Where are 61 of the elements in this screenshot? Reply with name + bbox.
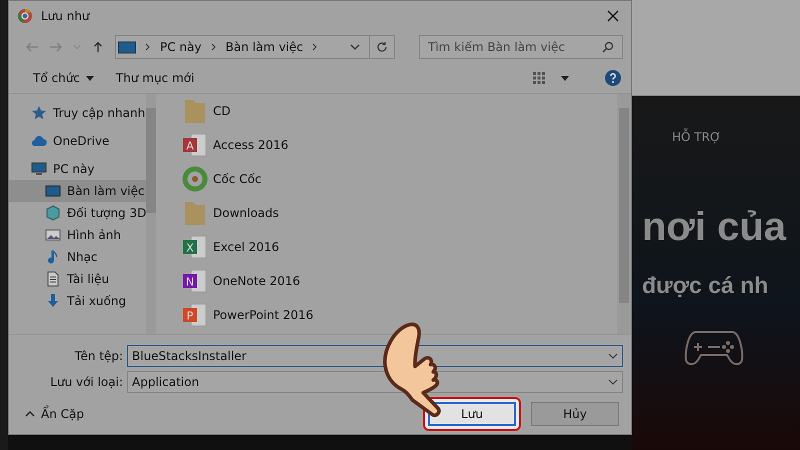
scrollbar[interactable] — [146, 94, 156, 334]
sidebar-item[interactable]: Hình ảnh — [9, 224, 146, 246]
chevron-down-icon[interactable] — [608, 379, 618, 385]
address-bar[interactable]: PC này Bàn làm việc — [115, 35, 395, 59]
sidebar-item[interactable]: OneDrive — [9, 130, 146, 152]
sidebar-item[interactable]: Tài liệu — [9, 268, 146, 290]
view-options-icon[interactable] — [531, 70, 547, 86]
sidebar-item[interactable]: Đối tượng 3D — [9, 202, 146, 224]
monitor-icon — [31, 161, 47, 177]
sidebar-item[interactable]: Truy cập nhanh — [9, 102, 146, 124]
chevron-down-icon[interactable] — [350, 44, 360, 50]
page-subheading: được cá nh — [642, 272, 770, 299]
caret-icon — [86, 76, 94, 80]
chevron-right-icon — [210, 43, 216, 51]
file-item[interactable]: Cốc Cốc — [173, 162, 617, 196]
up-arrow-icon[interactable] — [91, 41, 105, 53]
search-field[interactable]: Tìm kiếm Bàn làm việc — [419, 35, 623, 59]
chevron-right-icon[interactable] — [312, 43, 318, 51]
save-button[interactable]: Lưu — [428, 402, 516, 426]
monitor-icon — [45, 183, 61, 199]
file-type-label: Lưu với loại: — [49, 375, 123, 389]
organize-menu-button[interactable]: Tổ chức — [29, 69, 98, 87]
breadcrumb[interactable]: Bàn làm việc — [226, 40, 304, 54]
file-item[interactable]: X Excel 2016 — [173, 230, 617, 264]
sidebar-item[interactable]: Tải xuống — [9, 290, 146, 312]
sidebar-item[interactable]: PC này — [9, 158, 146, 180]
file-item[interactable]: CD — [173, 94, 617, 128]
ring-logo-icon — [181, 165, 209, 193]
file-type-dropdown[interactable]: Application — [127, 371, 623, 393]
help-icon[interactable] — [605, 70, 621, 86]
sidebar-item[interactable]: Nhạc — [9, 246, 146, 268]
file-name-label: Tên tệp: — [74, 349, 123, 363]
page-heading: nơi của — [642, 205, 788, 250]
file-item[interactable]: N OneNote 2016 — [173, 264, 617, 298]
caret-icon[interactable] — [561, 76, 569, 80]
cloud-icon — [31, 133, 47, 149]
close-icon[interactable] — [607, 10, 619, 22]
chevron-down-icon[interactable] — [608, 353, 618, 359]
file-item[interactable]: Downloads — [173, 196, 617, 230]
browser-logo-icon — [17, 8, 33, 24]
nav-link[interactable]: HỖ TRỢ — [672, 130, 721, 144]
sidebar-item[interactable]: Bàn làm việc — [9, 180, 146, 202]
document-icon — [45, 271, 61, 287]
star-icon — [31, 105, 47, 121]
window-title: Lưu như — [41, 9, 90, 23]
file-item[interactable]: A Access 2016 — [173, 128, 617, 162]
chevron-up-icon — [25, 410, 35, 416]
hide-folders-button[interactable]: Ẩn Cặp — [25, 406, 84, 420]
cube-icon — [45, 205, 61, 221]
picture-icon — [45, 227, 61, 243]
monitor-icon — [118, 40, 136, 54]
scrollbar[interactable] — [617, 94, 631, 334]
down-arrow-icon — [45, 293, 61, 309]
search-icon — [602, 41, 614, 53]
new-folder-button[interactable]: Thư mục mới — [112, 69, 198, 87]
file-item[interactable]: P PowerPoint 2016 — [173, 298, 617, 332]
breadcrumb[interactable]: PC này — [160, 40, 202, 54]
cancel-button[interactable]: Hủy — [531, 402, 619, 426]
file-name-field[interactable]: BlueStacksInstaller — [127, 345, 623, 367]
chevron-right-icon — [145, 43, 151, 51]
refresh-icon[interactable] — [376, 41, 388, 53]
